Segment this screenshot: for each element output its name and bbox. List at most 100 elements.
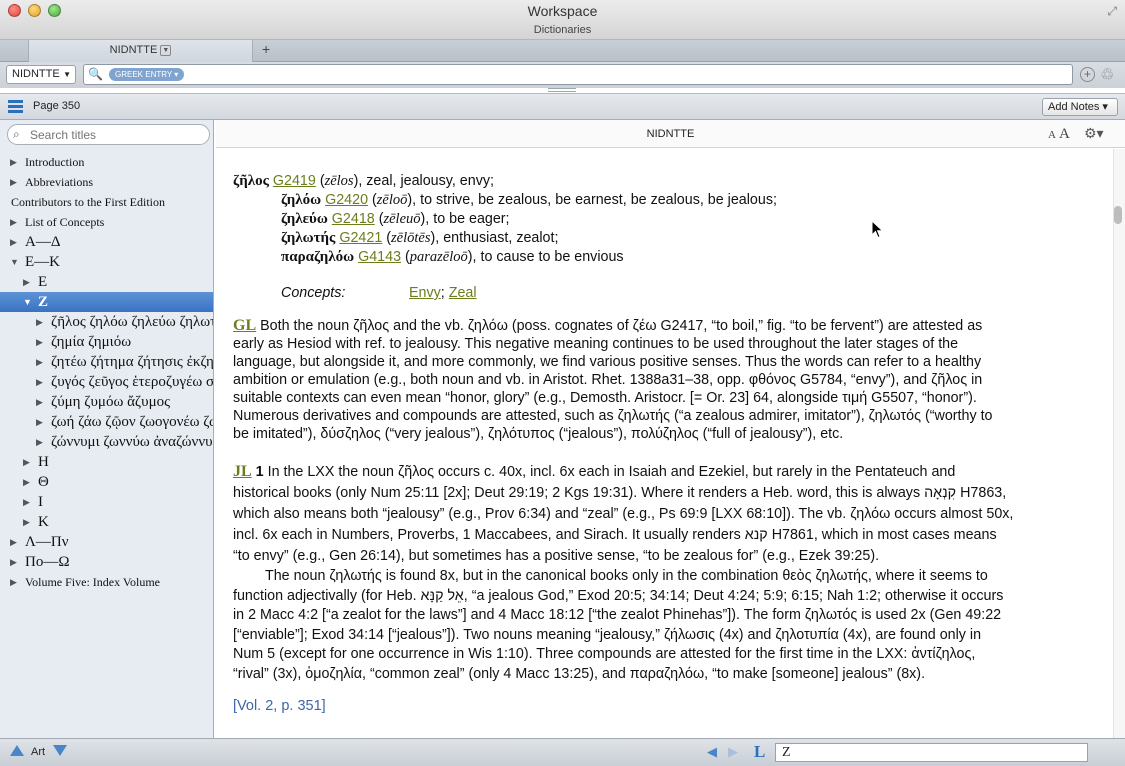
jl-line: historical books (only Num 25:11 [2x]; D…: [233, 483, 1093, 504]
disclosure-collapsed-icon[interactable]: ▶: [23, 512, 30, 532]
toc-item[interactable]: ▼ Ζ: [0, 292, 213, 312]
strongs-link[interactable]: G2420: [325, 192, 368, 208]
title-bar: Workspace Dictionaries ⤢: [0, 0, 1125, 40]
add-icon[interactable]: +: [1080, 67, 1095, 82]
disclosure-expanded-icon[interactable]: ▼: [23, 292, 32, 312]
gl-line: language, but alongside it, and more com…: [233, 353, 1093, 371]
disclosure-collapsed-icon[interactable]: ▶: [36, 432, 43, 452]
strongs-link[interactable]: G4143: [358, 249, 401, 265]
disclosure-collapsed-icon[interactable]: ▶: [10, 552, 17, 572]
scrollbar[interactable]: [1113, 149, 1125, 738]
resize-handle[interactable]: [548, 88, 576, 92]
disclosure-collapsed-icon[interactable]: ▶: [36, 352, 43, 372]
disclosure-collapsed-icon[interactable]: ▶: [23, 452, 30, 472]
disclosure-collapsed-icon[interactable]: ▶: [10, 532, 17, 552]
next-article-icon[interactable]: [53, 745, 67, 756]
search-titles-input[interactable]: [30, 127, 205, 142]
recycle-icon[interactable]: ♲: [1100, 65, 1114, 85]
scrollbar-thumb[interactable]: [1114, 206, 1122, 224]
search-type-pill[interactable]: GREEK ENTRY ▾: [109, 68, 185, 81]
strongs-link[interactable]: G2421: [339, 230, 382, 246]
headword-entry: ζῆλος G2419 (zēlos), zeal, jealousy, env…: [233, 173, 494, 189]
disclosure-collapsed-icon[interactable]: ▶: [10, 572, 17, 592]
previous-article-icon[interactable]: [10, 745, 24, 756]
jl-line: [“enviable”]; Exod 34:14 [“jealous”]). T…: [233, 626, 1093, 646]
toc-item[interactable]: ▶ Volume Five: Index Volume: [0, 572, 213, 592]
concept-link[interactable]: Envy: [409, 285, 441, 301]
fullscreen-icon[interactable]: ⤢: [1107, 4, 1117, 19]
font-size-control[interactable]: A A: [1048, 126, 1070, 143]
toc-item[interactable]: ▶ ζύμη ζυμόω ἄζυμος: [0, 392, 213, 412]
gloss: , enthusiast, zealot;: [435, 230, 559, 246]
toc-list-icon[interactable]: [8, 100, 23, 113]
link-set-icon[interactable]: L: [754, 742, 765, 762]
toc-item-label: Πο—Ω: [25, 554, 70, 570]
go-to-field[interactable]: Z: [775, 743, 1088, 762]
disclosure-collapsed-icon[interactable]: ▶: [36, 412, 43, 432]
gear-icon[interactable]: ⚙▾: [1084, 125, 1104, 142]
toc-item[interactable]: Contributors to the First Edition: [0, 192, 213, 212]
toc-item[interactable]: ▶ Α—Δ: [0, 232, 213, 252]
toc-item-label: Λ—Πν: [25, 534, 69, 550]
disclosure-collapsed-icon[interactable]: ▶: [36, 372, 43, 392]
gl-line: suitable contexts can even mean “honor, …: [233, 389, 1093, 407]
tab-nidntte[interactable]: NIDNTTE ▼: [28, 40, 253, 62]
jl-heading-link[interactable]: JL: [233, 463, 252, 480]
disclosure-collapsed-icon[interactable]: ▶: [23, 472, 30, 492]
toc-item[interactable]: ▶ ζημία ζημιόω: [0, 332, 213, 352]
disclosure-collapsed-icon[interactable]: ▶: [23, 272, 30, 292]
toc-item[interactable]: ▶ Πο—Ω: [0, 552, 213, 572]
toc-item[interactable]: ▼ Ε—Κ: [0, 252, 213, 272]
panel-toolbar: Page 350 Add Notes ▾: [0, 93, 1125, 120]
disclosure-collapsed-icon[interactable]: ▶: [36, 312, 43, 332]
toc-item[interactable]: ▶ ζώννυμι ζωννύω ἀναζώννυμι διαζώννυμι: [0, 432, 213, 452]
disclosure-collapsed-icon[interactable]: ▶: [10, 232, 17, 252]
jl-text: In the LXX the noun ζῆλος occurs c. 40x,…: [267, 464, 956, 480]
add-tab-button[interactable]: +: [262, 41, 270, 57]
disclosure-collapsed-icon[interactable]: ▶: [10, 152, 17, 172]
toc-item[interactable]: ▶ List of Concepts: [0, 212, 213, 232]
toc-item[interactable]: ▶ Θ: [0, 472, 213, 492]
toc-sidebar: ⌕ ▶ Introduction ▶ Abbreviations Contributor…: [0, 120, 214, 738]
concept-link[interactable]: Zeal: [449, 285, 477, 301]
strongs-link[interactable]: G2419: [273, 173, 316, 189]
toc-item-label: Ζ: [38, 294, 49, 310]
add-notes-button[interactable]: Add Notes ▾: [1042, 98, 1118, 116]
toc-item[interactable]: ▶ Ι: [0, 492, 213, 512]
toc-item[interactable]: ▶ Η: [0, 452, 213, 472]
disclosure-collapsed-icon[interactable]: ▶: [10, 212, 17, 232]
search-titles-field[interactable]: ⌕: [7, 124, 210, 145]
volume-reference[interactable]: [Vol. 2, p. 351]: [233, 698, 1093, 714]
disclosure-collapsed-icon[interactable]: ▶: [36, 332, 43, 352]
gl-line: early as Hesiod with ref. to jealousy. T…: [233, 335, 1093, 353]
toc-item[interactable]: ▶ ζωή ζάω ζῷον ζωογονέω ζωοποιέω: [0, 412, 213, 432]
window-subtitle: Dictionaries: [533, 24, 592, 36]
toc-item[interactable]: ▶ ζητέω ζήτημα ζήτησις ἐκζητέω ἐπιζητέω: [0, 352, 213, 372]
jl-section: JL 1 In the LXX the noun ζῆλος occurs c.…: [233, 461, 1093, 684]
toc-item[interactable]: ▶ Abbreviations: [0, 172, 213, 192]
resource-select[interactable]: NIDNTTE ▼: [6, 65, 76, 84]
resource-select-value: NIDNTTE: [12, 68, 60, 80]
jl-text: incl. 6x each in Numbers, Proverbs, 1 Ma…: [233, 527, 997, 543]
tab-menu-icon[interactable]: ▼: [160, 44, 172, 56]
toc-item[interactable]: ▶ Κ: [0, 512, 213, 532]
strongs-link[interactable]: G2418: [332, 211, 375, 227]
pointer-cursor-icon: [871, 220, 884, 239]
forward-arrow-icon[interactable]: ▶: [728, 744, 738, 760]
toc-item[interactable]: ▶ ζῆλος ζηλόω ζηλεύω ζηλωτής παραζηλόω: [0, 312, 213, 332]
toc-item[interactable]: ▶ Introduction: [0, 152, 213, 172]
toc-item[interactable]: ▶ Λ—Πν: [0, 532, 213, 552]
gl-text: early as Hesiod with ref. to jealousy. T…: [233, 336, 959, 352]
toc-item[interactable]: ▶ ζυγός ζεῦγος ἑτεροζυγέω σύζυγος: [0, 372, 213, 392]
disclosure-collapsed-icon[interactable]: ▶: [36, 392, 43, 412]
back-arrow-icon[interactable]: ◀: [707, 744, 717, 760]
disclosure-collapsed-icon[interactable]: ▶: [10, 172, 17, 192]
disclosure-expanded-icon[interactable]: ▼: [10, 252, 19, 272]
disclosure-collapsed-icon[interactable]: ▶: [23, 492, 30, 512]
toc-item[interactable]: ▶ Ε: [0, 272, 213, 292]
gl-heading-link[interactable]: GL: [233, 317, 256, 334]
bottom-bar: Art ◀ ▶ L Z: [0, 738, 1125, 766]
gl-line: GL Both the noun ζῆλος and the vb. ζηλόω…: [233, 317, 1093, 335]
search-icon[interactable]: 🔍: [88, 67, 103, 81]
search-input[interactable]: 🔍 GREEK ENTRY ▾: [83, 64, 1073, 85]
